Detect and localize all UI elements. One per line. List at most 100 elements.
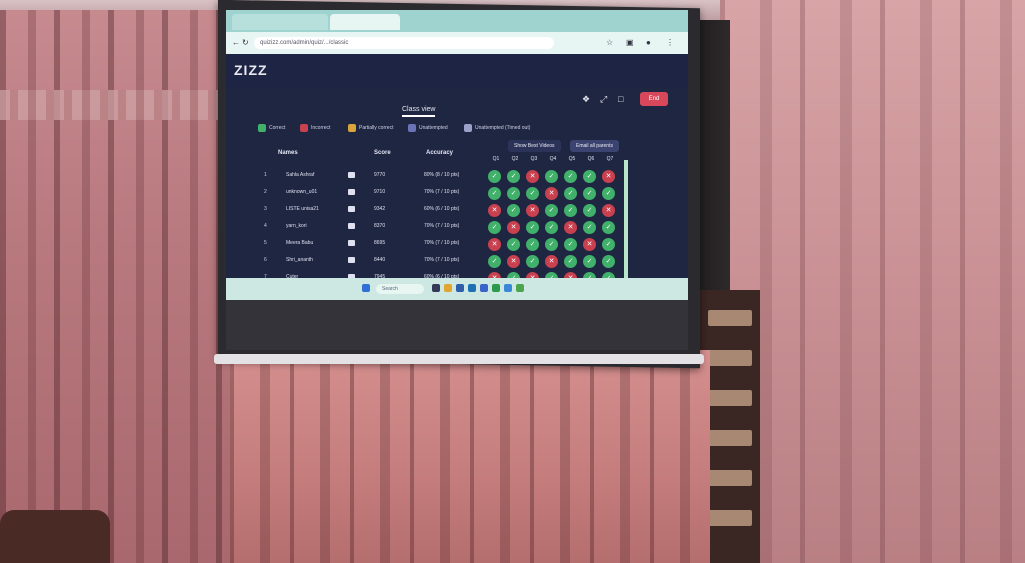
table-row[interactable]: 2 unknown_u01 9710 70% (7 / 10 pts)	[264, 185, 504, 202]
correct-icon[interactable]: ✓	[507, 238, 520, 251]
student-name[interactable]: Meera Babu	[286, 240, 313, 246]
student-name[interactable]: Sahla Ashraf	[286, 172, 314, 178]
incorrect-icon[interactable]: ✕	[602, 204, 615, 217]
correct-icon[interactable]: ✓	[488, 221, 501, 234]
correct-icon[interactable]: ✓	[507, 187, 520, 200]
correct-icon[interactable]: ✓	[583, 204, 596, 217]
correct-icon[interactable]: ✓	[488, 187, 501, 200]
paint-icon[interactable]: ❖	[582, 94, 590, 105]
app-icon[interactable]	[456, 284, 464, 292]
app-icon[interactable]	[468, 284, 476, 292]
avatar-icon[interactable]: ●	[646, 38, 651, 47]
taskview-icon[interactable]	[432, 284, 440, 292]
correct-icon[interactable]: ✓	[526, 221, 539, 234]
screen-lower-margin	[226, 300, 688, 350]
correct-icon[interactable]: ✓	[526, 255, 539, 268]
correct-icon[interactable]: ✓	[564, 238, 577, 251]
question-header[interactable]: Q2	[507, 156, 523, 162]
correct-icon[interactable]: ✓	[564, 255, 577, 268]
correct-icon[interactable]: ✓	[564, 187, 577, 200]
correct-icon[interactable]: ✓	[583, 187, 596, 200]
correct-icon[interactable]: ✓	[602, 221, 615, 234]
app-icon[interactable]	[492, 284, 500, 292]
os-taskbar: Search	[226, 278, 688, 300]
correct-icon[interactable]: ✓	[564, 204, 577, 217]
correct-icon[interactable]: ✓	[526, 238, 539, 251]
correct-icon[interactable]: ✓	[545, 170, 558, 183]
incorrect-icon[interactable]: ✕	[526, 170, 539, 183]
table-row[interactable]: 4 yarn_kori 8370 70% (7 / 10 pts)	[264, 219, 504, 236]
email-parents-button[interactable]: Email all parents	[570, 140, 619, 152]
browser-tab-1[interactable]	[232, 14, 328, 30]
correct-icon[interactable]: ✓	[583, 221, 596, 234]
url-field[interactable]: quizizz.com/admin/quiz/.../classic	[254, 37, 554, 49]
folder-icon[interactable]	[444, 284, 452, 292]
student-name[interactable]: LISTE unisa21	[286, 206, 319, 212]
incorrect-icon[interactable]: ✕	[545, 187, 558, 200]
student-name[interactable]: unknown_u01	[286, 189, 317, 195]
end-button[interactable]: End	[640, 92, 668, 106]
incorrect-icon[interactable]: ✕	[602, 170, 615, 183]
student-name[interactable]: Shri_ananth	[286, 257, 313, 263]
incorrect-icon[interactable]: ✕	[583, 238, 596, 251]
incorrect-icon[interactable]: ✕	[488, 204, 501, 217]
table-row[interactable]: 1 Sahla Ashraf 9770 80% (8 / 10 pts)	[264, 168, 504, 185]
incorrect-icon[interactable]: ✕	[488, 238, 501, 251]
correct-icon[interactable]: ✓	[526, 187, 539, 200]
chrome-icon[interactable]	[516, 284, 524, 292]
flag-icon	[348, 240, 355, 246]
back-icon[interactable]: ←	[232, 38, 240, 47]
student-name[interactable]: yarn_kori	[286, 223, 307, 229]
question-header[interactable]: Q5	[564, 156, 580, 162]
flag-icon	[348, 189, 355, 195]
table-row[interactable]: 6 Shri_ananth 8440 70% (7 / 10 pts)	[264, 253, 504, 270]
flag-icon	[348, 206, 355, 212]
correct-icon[interactable]: ✓	[488, 170, 501, 183]
fullscreen-icon[interactable]: ⤢	[600, 94, 607, 105]
taskbar-search[interactable]: Search	[376, 284, 424, 294]
scrollbar[interactable]	[624, 160, 628, 290]
menu-icon[interactable]: ⋮	[666, 38, 674, 47]
correct-icon[interactable]: ✓	[545, 221, 558, 234]
correct-icon[interactable]: ✓	[602, 255, 615, 268]
tab-class-view[interactable]: Class view	[402, 106, 436, 117]
question-header[interactable]: Q7	[602, 156, 618, 162]
incorrect-icon[interactable]: ✕	[545, 255, 558, 268]
correct-icon[interactable]: ✓	[602, 187, 615, 200]
row-rank: 6	[264, 257, 267, 263]
star-icon[interactable]: ☆	[606, 38, 613, 47]
correct-icon[interactable]: ✓	[545, 238, 558, 251]
correct-icon[interactable]: ✓	[545, 204, 558, 217]
edge-icon[interactable]	[504, 284, 512, 292]
correct-icon[interactable]: ✓	[602, 238, 615, 251]
right-curtain	[720, 0, 1025, 563]
question-header[interactable]: Q1	[488, 156, 504, 162]
correct-icon[interactable]: ✓	[583, 170, 596, 183]
extension-icon[interactable]: ▣	[626, 38, 634, 47]
correct-icon[interactable]: ✓	[564, 170, 577, 183]
correct-icon[interactable]: ✓	[507, 204, 520, 217]
start-icon[interactable]	[362, 284, 370, 292]
question-header[interactable]: Q6	[583, 156, 599, 162]
col-names[interactable]: Names	[278, 150, 298, 156]
incorrect-icon[interactable]: ✕	[507, 255, 520, 268]
square-icon[interactable]: □	[618, 94, 623, 104]
flag-icon	[348, 172, 355, 178]
correct-icon[interactable]: ✓	[583, 255, 596, 268]
table-row[interactable]: 5 Meera Babu 8695 70% (7 / 10 pts)	[264, 236, 504, 253]
correct-icon[interactable]: ✓	[507, 170, 520, 183]
correct-icon[interactable]: ✓	[488, 255, 501, 268]
incorrect-icon[interactable]: ✕	[564, 221, 577, 234]
question-header[interactable]: Q4	[545, 156, 561, 162]
word-icon[interactable]	[480, 284, 488, 292]
table-row[interactable]: 3 LISTE unisa21 9342 60% (6 / 10 pts)	[264, 202, 504, 219]
row-rank: 2	[264, 189, 267, 195]
refresh-icon[interactable]: ↻	[242, 38, 249, 47]
incorrect-icon[interactable]: ✕	[526, 204, 539, 217]
table-header: Names Score Accuracy	[266, 150, 516, 164]
browser-tab-2[interactable]	[330, 14, 400, 30]
col-accuracy[interactable]: Accuracy	[426, 150, 453, 156]
incorrect-icon[interactable]: ✕	[507, 221, 520, 234]
col-score[interactable]: Score	[374, 150, 391, 156]
question-header[interactable]: Q3	[526, 156, 542, 162]
